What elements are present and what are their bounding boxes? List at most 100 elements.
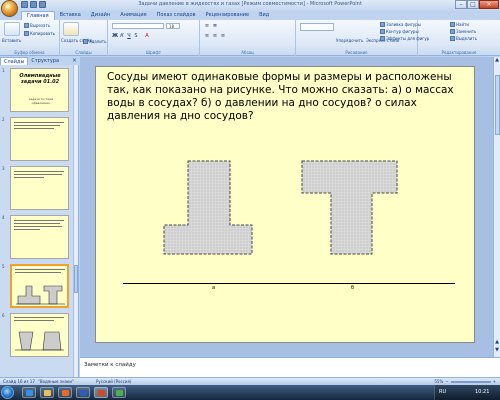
numbering-button[interactable]: ≣ [212,23,218,29]
group-label: Редактирование [441,50,477,55]
scroll-thumb[interactable] [495,75,500,135]
tab-slides[interactable]: Слайды [0,57,29,65]
tab-animation[interactable]: Анимация [115,11,151,20]
redo-icon[interactable] [39,1,46,8]
theme-name: "Водяные знаки" [38,379,74,384]
group-label: Абзац [241,50,254,55]
shape-fill-button[interactable]: Заливка фигуры [380,22,421,27]
align-center-button[interactable]: ≡ [212,33,218,39]
title-bar: Задачи давление в жидкостях и газах [Реж… [0,0,500,11]
italic-button[interactable]: К [119,33,125,39]
minimize-button[interactable]: – [455,0,467,9]
close-button[interactable]: ✕ [479,0,499,9]
quick-access-toolbar [21,1,46,8]
paste-icon[interactable] [4,22,20,36]
underline-button[interactable]: Ч [126,33,132,39]
group-clipboard: Вставить Вырезать Копировать Буфер обмен… [0,20,60,56]
panel-tabs: Слайды Структура × [0,57,79,65]
shapes-gallery[interactable] [300,23,334,31]
current-slide[interactable]: Сосуды имеют одинаковые формы и размеры … [95,66,475,343]
zoom-slider[interactable] [450,380,491,383]
thumb-subtitle: задачи по теме «Давление» [28,97,54,105]
vessel-b-label: б [351,285,355,291]
panel-scrollbar[interactable] [73,65,78,377]
group-label: Шрифт [145,50,162,55]
bold-button[interactable]: Ж [112,33,118,39]
tab-design[interactable]: Дизайн [86,11,115,20]
word-icon[interactable] [76,387,90,398]
font-color-button[interactable]: A [144,33,150,39]
system-tray: RU 10:21 [434,385,500,400]
tab-outline[interactable]: Структура [28,57,62,65]
office-button[interactable] [1,0,18,17]
align-left-button[interactable]: ≡ [204,33,210,39]
zoom-out-icon[interactable]: − [445,379,448,384]
delete-button[interactable]: Удалить [83,39,107,44]
zoom-in-icon[interactable]: + [493,379,496,384]
scroll-up-icon[interactable]: ▲ [494,57,500,63]
bullets-button[interactable]: ≡ [204,23,210,29]
binoculars-icon [450,22,455,27]
find-button[interactable]: Найти [450,22,469,27]
window-controls: – □ ✕ [455,0,499,9]
app-icon[interactable] [112,387,126,398]
group-paragraph: ≡ ≣ ≡ ≡ ≡ Абзац [200,20,296,56]
replace-icon [450,29,455,34]
powerpoint-icon[interactable] [94,387,108,398]
vessel-a-label: а [212,285,216,291]
save-icon[interactable] [21,1,28,8]
font-name-field[interactable] [112,23,164,29]
maximize-button[interactable]: □ [467,0,479,9]
undo-icon[interactable] [30,1,37,8]
status-language[interactable]: Русский (Россия) [96,379,131,384]
vessel-b [301,160,398,255]
group-editing: Найти Заменить Выделить Редактирование [418,20,500,56]
paste-label[interactable]: Вставить [2,38,21,43]
status-bar: Слайд 16 из 17 "Водяные знаки" Русский (… [0,377,500,385]
ie-icon[interactable] [22,387,36,398]
taskbar: RU 10:21 [0,385,500,400]
replace-button[interactable]: Заменить [450,29,476,34]
select-icon [450,36,455,41]
folder-icon[interactable] [40,387,54,398]
copy-button[interactable]: Копировать [24,31,55,36]
scroll-thumb[interactable] [74,265,78,293]
select-button[interactable]: Выделить [450,36,477,41]
notes-pane[interactable]: Заметки к слайду [80,357,500,377]
next-slide-icon[interactable]: ▼ [494,347,500,353]
strike-button[interactable]: S [133,33,139,39]
start-button[interactable] [1,386,14,399]
clock[interactable]: 10:21 [475,389,489,395]
outline-icon [380,29,385,34]
group-label: Буфер обмена [14,50,45,55]
group-font: 18 Ж К Ч S A Шрифт [108,20,200,56]
vessels-figure [163,160,398,255]
align-right-button[interactable]: ≡ [220,33,226,39]
shape-outline-button[interactable]: Контур фигуры [380,29,419,34]
group-label: Слайды [75,50,92,55]
ribbon-tabs: Главная Вставка Дизайн Анимация Показ сл… [0,11,500,20]
tab-slideshow[interactable]: Показ слайдов [152,11,201,20]
arrange-button[interactable]: Упорядочить [336,38,363,43]
new-slide-icon[interactable] [63,22,79,36]
keyboard-language[interactable]: RU [439,389,446,395]
close-panel-icon[interactable]: × [72,57,77,64]
thumb-title: Олимпиадные задачи 01.02 [19,73,61,85]
group-label: Рисование [345,50,368,55]
canvas-scrollbar[interactable]: ▲ ▲ ▼ [493,57,500,357]
zoom-control[interactable]: 55% − + [434,379,496,384]
font-size-field[interactable]: 18 [166,23,180,29]
prev-slide-icon[interactable]: ▲ [494,339,500,345]
group-drawing: Упорядочить Экспресс-стили Заливка фигур… [296,20,429,56]
notes-placeholder[interactable]: Заметки к слайду [84,362,136,368]
cut-button[interactable]: Вырезать [24,23,50,28]
tab-view[interactable]: Вид [254,11,274,20]
media-icon[interactable] [58,387,72,398]
zoom-level[interactable]: 55% [434,379,443,384]
tab-review[interactable]: Рецензирование [201,11,255,20]
slide-counter: Слайд 16 из 17 [3,379,35,384]
tab-insert[interactable]: Вставка [55,11,86,20]
tab-home[interactable]: Главная [21,11,55,20]
vessel-a [163,160,253,255]
vessels-thumbnail-icon [16,285,65,305]
